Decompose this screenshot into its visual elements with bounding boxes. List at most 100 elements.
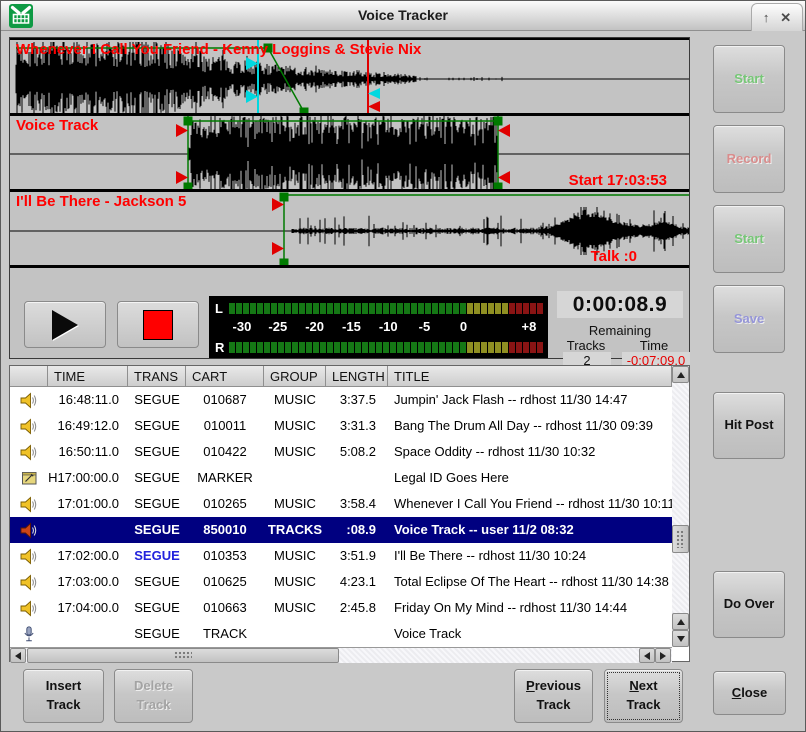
track-title: Voice Track	[16, 117, 98, 134]
close-icon[interactable]: ✕	[780, 11, 791, 24]
audio-level-meter: L -30-25-20-15-10-50+8 R	[209, 296, 548, 358]
log-row[interactable]: SEGUE850010TRACKS:08.9Voice Track -- use…	[10, 517, 672, 543]
track-stack: Whenever I Call You Friend - Kenny Loggi…	[10, 38, 689, 268]
cell-cart: 850010	[186, 517, 264, 543]
cell-trans: SEGUE	[128, 517, 186, 543]
log-table-header[interactable]: TIMETRANSCARTGROUPLENGTHTITLE	[10, 366, 672, 387]
delete-track-button[interactable]: DeleteTrack	[114, 669, 193, 723]
cell-group: MUSIC	[264, 569, 326, 595]
meter-scale-label: -5	[419, 320, 431, 333]
meter-scale-label: -10	[379, 320, 398, 333]
window-title: Voice Tracker	[1, 7, 805, 23]
column-header[interactable]	[10, 366, 48, 387]
meter-right-segments	[229, 342, 543, 353]
cell-group: MUSIC	[264, 543, 326, 569]
cell-cart: 010265	[186, 491, 264, 517]
scroll-left-button[interactable]	[10, 648, 26, 663]
speaker-icon	[10, 439, 48, 465]
log-row[interactable]: 17:03:00.0SEGUE010625MUSIC4:23.1Total Ec…	[10, 569, 672, 595]
cell-length: 2:45.8	[326, 595, 388, 621]
insert-track-button[interactable]: InsertTrack	[23, 669, 104, 723]
cell-title: Voice Track	[388, 621, 672, 647]
speaker-red-icon	[10, 517, 48, 543]
start-next-button[interactable]: Start	[713, 205, 785, 273]
do-over-button[interactable]: Do Over	[713, 571, 785, 638]
meter-left-segments	[229, 303, 543, 314]
cell-length: 5:08.2	[326, 439, 388, 465]
cell-length: 3:51.9	[326, 543, 388, 569]
cell-length: 4:23.1	[326, 569, 388, 595]
cell-cart: 010687	[186, 387, 264, 413]
column-header-length[interactable]: LENGTH	[326, 366, 388, 387]
save-button[interactable]: Save	[713, 285, 785, 353]
cell-trans: SEGUE	[128, 621, 186, 647]
record-button[interactable]: Record	[713, 125, 785, 193]
log-row[interactable]: 16:48:11.0SEGUE010687MUSIC3:37.5Jumpin' …	[10, 387, 672, 413]
column-header-title[interactable]: TITLE	[388, 366, 672, 387]
previous-track-button[interactable]: PreviousTrack	[514, 669, 593, 723]
cell-time: H17:00:00.0	[48, 465, 128, 491]
start-time-label: Start 17:03:53	[569, 172, 667, 189]
log-row[interactable]: 17:04:00.0SEGUE010663MUSIC2:45.8Friday O…	[10, 595, 672, 621]
cell-trans: SEGUE	[128, 491, 186, 517]
log-row[interactable]: SEGUETRACK Voice Track	[10, 621, 672, 647]
voice-end-marker[interactable]	[494, 116, 511, 192]
log-row[interactable]: 17:01:00.0SEGUE010265MUSIC3:58.4Whenever…	[10, 491, 672, 517]
cell-cart: MARKER	[186, 465, 264, 491]
scroll-up-button-2[interactable]	[672, 613, 689, 630]
cell-time: 17:02:00.0	[48, 543, 128, 569]
close-button[interactable]: Close	[713, 671, 786, 715]
remaining-time-label: Time	[625, 338, 683, 353]
tracker-panel: Whenever I Call You Friend - Kenny Loggi…	[9, 37, 690, 359]
cell-cart: TRACK	[186, 621, 264, 647]
log-row[interactable]: H17:00:00.0SEGUEMARKERLegal ID Goes Here	[10, 465, 672, 491]
hit-post-button[interactable]: Hit Post	[713, 392, 785, 459]
horizontal-scrollbar[interactable]	[10, 647, 672, 663]
scroll-left-button-2[interactable]	[639, 648, 655, 663]
column-header-group[interactable]: GROUP	[264, 366, 326, 387]
play-button[interactable]	[24, 301, 106, 348]
title-bar[interactable]: Voice Tracker ↑ ✕	[1, 1, 805, 31]
column-header-time[interactable]: TIME	[48, 366, 128, 387]
remaining-tracks-label: Tracks	[557, 338, 615, 353]
meter-scale-label: -25	[268, 320, 287, 333]
log-table-body: 16:48:11.0SEGUE010687MUSIC3:37.5Jumpin' …	[10, 387, 672, 647]
cell-length	[326, 621, 388, 647]
column-header-cart[interactable]: CART	[186, 366, 264, 387]
maximize-icon[interactable]: ↑	[763, 11, 770, 24]
track-title: Whenever I Call You Friend - Kenny Loggi…	[16, 41, 421, 58]
cell-title: Jumpin' Jack Flash -- rdhost 11/30 14:47	[388, 387, 672, 413]
meter-scale-label: -30	[233, 320, 252, 333]
vertical-scrollbar[interactable]	[672, 366, 689, 647]
cell-group: MUSIC	[264, 413, 326, 439]
track-incoming-event[interactable]: I'll Be There - Jackson 5 Talk :0	[10, 192, 689, 268]
next-track-button[interactable]: NextTrack	[604, 669, 683, 723]
cell-title: I'll Be There -- rdhost 11/30 10:24	[388, 543, 672, 569]
scroll-down-button[interactable]	[672, 630, 689, 647]
log-row[interactable]: 17:02:00.0SEGUE010353MUSIC3:51.9I'll Be …	[10, 543, 672, 569]
speaker-icon	[10, 413, 48, 439]
meter-right-label: R	[215, 341, 229, 354]
meter-scale-label: 0	[460, 320, 467, 333]
track-outgoing-event[interactable]: Whenever I Call You Friend - Kenny Loggi…	[10, 40, 689, 116]
speaker-icon	[10, 543, 48, 569]
log-row[interactable]: 16:50:11.0SEGUE010422MUSIC5:08.2Space Od…	[10, 439, 672, 465]
scroll-up-button[interactable]	[672, 366, 689, 383]
vertical-scrollbar-thumb[interactable]	[672, 525, 689, 553]
scroll-right-button[interactable]	[655, 648, 671, 663]
stop-button[interactable]	[117, 301, 199, 348]
start-segue-button[interactable]: Start	[713, 45, 785, 113]
cell-time	[48, 517, 128, 543]
track-voice-track[interactable]: Voice Track Start 17:03:53	[10, 116, 689, 192]
microphone-icon	[10, 621, 48, 647]
log-row[interactable]: 16:49:12.0SEGUE010011MUSIC3:31.3Bang The…	[10, 413, 672, 439]
voice-start-marker[interactable]	[176, 116, 498, 192]
column-header-trans[interactable]: TRANS	[128, 366, 186, 387]
talk-time-label: Talk :0	[591, 248, 637, 265]
cell-time: 16:48:11.0	[48, 387, 128, 413]
cell-trans: SEGUE	[128, 465, 186, 491]
horizontal-scrollbar-thumb[interactable]	[27, 648, 339, 663]
cell-cart: 010625	[186, 569, 264, 595]
meter-scale-label: -15	[342, 320, 361, 333]
speaker-icon	[10, 491, 48, 517]
